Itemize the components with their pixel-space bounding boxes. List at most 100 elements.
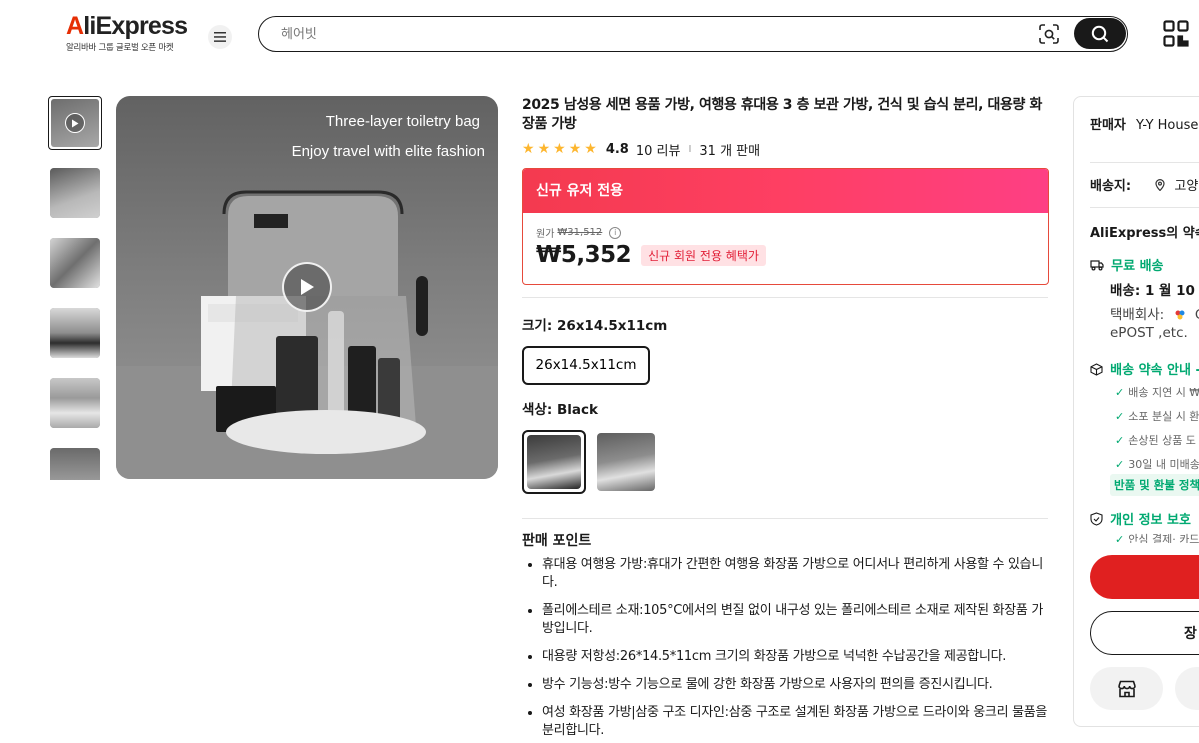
check-icon: ✓ <box>1115 386 1125 399</box>
color-label: 색상: Black <box>522 402 598 418</box>
promo-box: 신규 유저 전용 원가 ₩31,512 i ₩5,352 신규 회원 전용 혜택… <box>522 168 1049 285</box>
original-price: ₩31,512 <box>557 227 603 238</box>
star-rating: ★ ★ ★ ★ ★ <box>522 142 597 156</box>
shield-icon <box>1090 512 1103 526</box>
search-input[interactable] <box>281 23 1021 45</box>
check-icon: ✓ <box>1115 434 1125 447</box>
thumbnail-image[interactable] <box>50 308 100 358</box>
delivery-promise-label: 배송 약속 안내 - <box>1110 363 1199 378</box>
color-swatch-black[interactable] <box>522 430 586 494</box>
divider <box>522 518 1048 519</box>
buy-now-button[interactable] <box>1090 555 1199 599</box>
info-icon[interactable]: i <box>609 226 622 239</box>
divider <box>1090 207 1199 208</box>
list-item: 휴대용 여행용 가방:휴대가 간편한 여행용 화장품 가방으로 어디서나 편리하… <box>542 556 1048 592</box>
free-shipping-label: 무료 배송 <box>1111 259 1164 274</box>
product-info: 2025 남성용 세면 용품 가방, 여행용 휴대용 3 층 보관 가방, 건식… <box>522 96 1049 738</box>
star-icon: ★ <box>553 141 566 157</box>
image-search-button[interactable] <box>1039 24 1059 44</box>
rating-row: ★ ★ ★ ★ ★ 4.8 10 리뷰 I 31 개 판매 <box>522 140 1049 159</box>
delivery-promise-row[interactable]: 배송 약속 안내 - <box>1090 359 1199 378</box>
sold-count: 31 개 판매 <box>699 143 761 159</box>
qr-code-icon <box>1163 20 1189 47</box>
promise-item: ✓ 소포 분실 시 환 <box>1115 410 1199 423</box>
list-item: 여성 화장품 가방|삼중 구조 디자인:삼중 구조로 설계된 화장품 가방으로 … <box>542 704 1048 740</box>
review-count-link[interactable]: 10 리뷰 <box>636 140 681 159</box>
image-caption: Three-layer toiletry bag <box>325 113 480 130</box>
promise-item: ✓ 30일 내 미배송 <box>1115 458 1199 471</box>
seller-row: 판매자 Y-Y House <box>1090 114 1198 133</box>
ship-from-label: 배송지: <box>1090 179 1132 194</box>
divider <box>1090 162 1199 163</box>
image-caption: Enjoy travel with elite fashion <box>291 143 485 160</box>
return-policy-link[interactable]: 반품 및 환불 정책 <box>1110 474 1199 496</box>
thumbnail-image[interactable] <box>50 238 100 288</box>
play-icon <box>65 113 85 133</box>
free-shipping-row: 무료 배송 <box>1090 255 1164 274</box>
swatch-image <box>597 433 655 491</box>
ship-from-value[interactable]: 고양 <box>1174 179 1198 194</box>
thumbnail-image[interactable] <box>50 448 100 480</box>
thumbnail-image[interactable] <box>50 378 100 428</box>
privacy-row[interactable]: 개인 정보 보호 <box>1090 509 1191 528</box>
color-swatch-gray[interactable] <box>594 430 658 494</box>
seller-label: 판매자 <box>1090 118 1126 133</box>
truck-icon <box>1090 260 1104 271</box>
courier-logo-icon <box>1175 308 1185 320</box>
size-label: 크기: 26x14.5x11cm <box>522 318 668 334</box>
add-to-cart-button[interactable]: 장 <box>1090 611 1199 655</box>
seller-name-link[interactable]: Y-Y House <box>1136 118 1198 133</box>
thumbnail-image <box>51 99 99 147</box>
list-item: 폴리에스테르 소재:105°C에서의 변질 없이 내구성 있는 폴리에스테르 소… <box>542 602 1048 638</box>
aliexpress-logo[interactable]: AliExpress 알리바바 그룹 글로벌 오픈 마켓 <box>66 12 188 53</box>
sale-price: ₩5,352 <box>536 242 632 268</box>
purchase-panel: 판매자 Y-Y House 배송지: 고양 AliExpress의 약속 무료 … <box>1073 96 1199 727</box>
delivery-date: 배송: 1 월 10 일 <box>1110 283 1199 299</box>
check-icon: ✓ <box>1115 458 1125 471</box>
divider <box>522 297 1048 298</box>
star-icon: ★ <box>537 141 551 157</box>
price-row: ₩5,352 신규 회원 전용 혜택가 <box>536 242 1048 268</box>
secondary-action-button[interactable] <box>1175 667 1199 710</box>
check-icon: ✓ <box>1115 410 1125 423</box>
search-bar <box>258 16 1128 52</box>
hamburger-icon <box>214 32 226 42</box>
search-icon <box>1091 25 1109 42</box>
selling-points-list: 휴대용 여행용 가방:휴대가 간편한 여행용 화장품 가방으로 어디서나 편리하… <box>542 556 1048 743</box>
package-icon <box>1090 363 1103 376</box>
play-video-button[interactable] <box>282 262 332 312</box>
category-menu-button[interactable] <box>208 25 232 49</box>
promise-item: ✓ 배송 지연 시 ₩ <box>1115 386 1199 399</box>
store-icon <box>1117 680 1136 697</box>
cart-button-label: 장 <box>1184 626 1197 642</box>
scroll-fade <box>1090 543 1199 555</box>
privacy-label: 개인 정보 보호 <box>1110 513 1191 528</box>
thumbnail-image[interactable] <box>50 168 100 218</box>
product-title: 2025 남성용 세면 용품 가방, 여행용 휴대용 3 층 보관 가방, 건식… <box>522 97 1042 132</box>
header: AliExpress 알리바바 그룹 글로벌 오픈 마켓 <box>0 0 1199 70</box>
size-option-button[interactable]: 26x14.5x11cm <box>522 346 650 385</box>
ship-from-row: 배송지: 고양 <box>1090 175 1198 194</box>
price-badge: 신규 회원 전용 혜택가 <box>641 244 766 266</box>
original-price-row: 원가 ₩31,512 i <box>536 225 1048 240</box>
list-item: 방수 기능성:방수 기능으로 물에 강한 화장품 가방으로 사용자의 편의를 증… <box>542 676 1048 694</box>
main-product-image[interactable]: Three-layer toiletry bag Enjoy travel wi… <box>116 96 498 479</box>
star-icon: ★ <box>584 141 597 157</box>
swatch-image <box>527 435 581 489</box>
camera-scan-icon <box>1039 24 1059 44</box>
store-button[interactable] <box>1090 667 1163 710</box>
qr-code-button[interactable] <box>1163 20 1189 47</box>
courier-more: ePOST ,etc. <box>1110 325 1188 341</box>
promise-item: ✓ 손상된 상품 도 <box>1115 434 1196 447</box>
separator: I <box>688 143 692 155</box>
star-icon: ★ <box>522 141 535 157</box>
promise-title: AliExpress의 약속 <box>1090 226 1199 241</box>
thumbnail-list <box>48 96 104 480</box>
logo-subtitle: 알리바바 그룹 글로벌 오픈 마켓 <box>66 43 174 53</box>
search-button[interactable] <box>1074 18 1126 49</box>
play-icon <box>301 279 314 295</box>
thumbnail-video[interactable] <box>48 96 102 150</box>
list-item: 대용량 저항성:26*14.5*11cm 크기의 화장품 가방으로 넉넉한 수납… <box>542 648 1048 666</box>
promo-banner: 신규 유저 전용 <box>523 169 1048 213</box>
original-price-label: 원가 <box>536 229 555 240</box>
